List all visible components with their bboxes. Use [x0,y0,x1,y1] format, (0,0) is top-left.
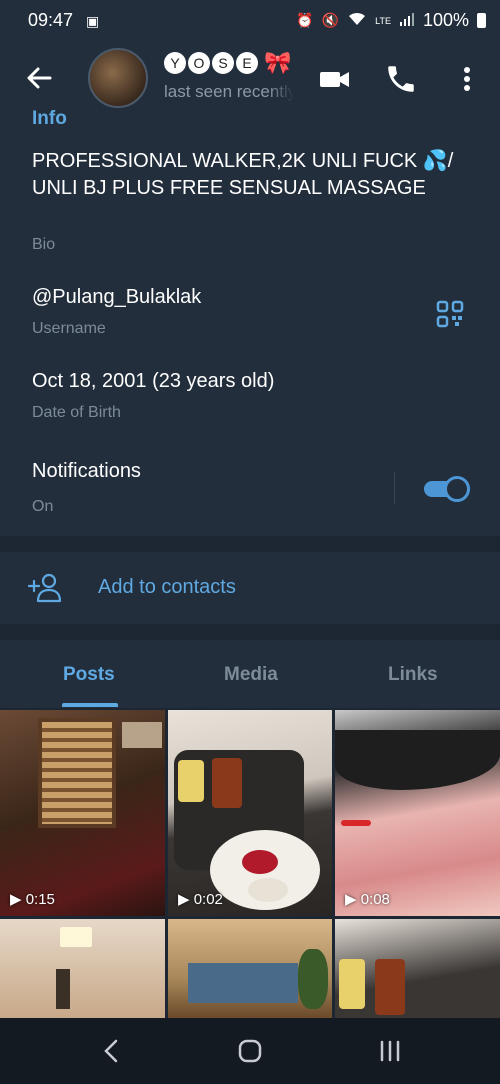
qr-code-icon [436,300,464,328]
tab-indicator [62,703,118,707]
back-button[interactable] [22,60,58,96]
tab-media[interactable]: Media [224,664,278,686]
profile-name: Y O S E 🎀 [164,50,294,76]
tab-posts[interactable]: Posts [63,664,115,686]
notifications-toggle[interactable] [424,474,472,504]
mute-icon: 🔇 [321,12,340,28]
voice-call-button[interactable] [384,62,418,96]
recents-icon [380,1040,400,1062]
video-call-button[interactable] [318,62,352,96]
divider [394,472,395,504]
dob-value: Oct 18, 2001 (23 years old) [32,370,275,392]
add-user-icon [27,572,64,604]
post-thumbnail[interactable]: ▶ 0:02 [168,710,332,916]
bio-label: Bio [32,236,56,253]
post-thumbnail[interactable] [335,919,500,1018]
posts-grid: ▶ 0:15 ▶ 0:02 ▶ 0:08 [0,708,500,1018]
bio-text[interactable]: PROFESSIONAL WALKER,2K UNLI FUCK 💦/ UNLI… [32,148,472,201]
video-camera-icon [320,72,349,87]
media-tabs: Posts Media Links [0,640,500,708]
profile-title: Y O S E 🎀 last seen recently [164,50,294,102]
app-bar: Y O S E 🎀 last seen recently [0,40,500,116]
ribbon-emoji: 🎀 [264,50,292,75]
avatar[interactable] [88,48,148,108]
more-options-button[interactable] [450,62,484,96]
tab-links[interactable]: Links [388,664,438,686]
info-header: Info [32,108,67,129]
alarm-icon: ⏰ [296,12,314,28]
info-section: Info PROFESSIONAL WALKER,2K UNLI FUCK 💦/… [0,108,500,536]
username-label: Username [32,320,106,337]
system-nav-bar [0,1018,500,1084]
video-duration: ▶ 0:15 [10,891,55,908]
post-thumbnail[interactable]: ▶ 0:15 [0,710,165,916]
post-thumbnail[interactable]: ▶ 0:08 [335,710,500,916]
calendar-icon: ▣ [86,13,100,29]
status-bar: 09:47 ▣ ⏰ 🔇 LTE 100% [0,0,500,40]
home-icon [238,1039,262,1063]
phone-icon [388,66,414,92]
nav-home-button[interactable] [234,1036,266,1066]
video-duration: ▶ 0:02 [178,891,223,908]
signal-icon [399,11,415,30]
status-time: 09:47 [28,10,74,30]
wifi-icon [347,11,367,30]
volte-icon: LTE [375,15,391,26]
username-value[interactable]: @Pulang_Bulaklak [32,286,201,309]
chevron-left-icon [104,1039,118,1063]
post-thumbnail[interactable] [168,919,332,1018]
qr-code-button[interactable] [436,300,464,328]
dob-label: Date of Birth [32,404,121,421]
notifications-state: On [32,498,54,515]
last-seen: last seen recently [164,82,294,101]
post-thumbnail[interactable] [0,919,165,1018]
battery-text: 100% [422,10,469,30]
add-to-contacts-label: Add to contacts [98,576,236,598]
more-vertical-icon [464,67,470,91]
video-duration: ▶ 0:08 [345,891,390,908]
nav-back-button[interactable] [96,1036,128,1066]
notifications-label[interactable]: Notifications [32,460,141,483]
nav-recents-button[interactable] [374,1036,406,1066]
arrow-left-icon [27,67,52,89]
add-to-contacts-row[interactable]: Add to contacts [0,552,500,624]
battery-icon [477,13,486,28]
